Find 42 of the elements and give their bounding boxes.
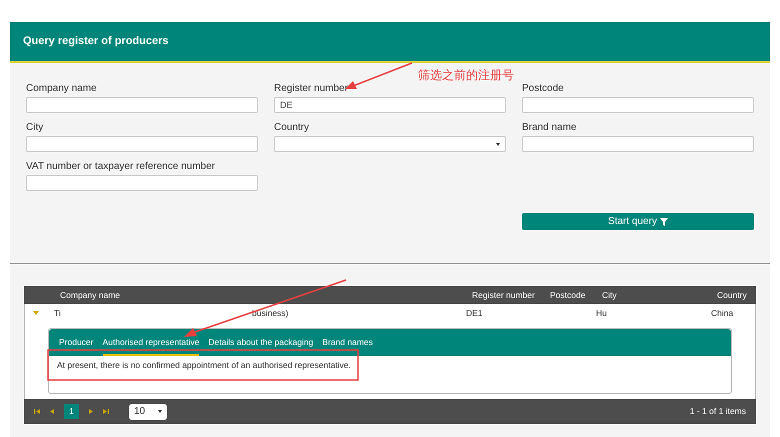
last-page-icon[interactable] [103, 409, 109, 414]
table-cell-fragment: Ti [54, 306, 62, 320]
next-page-icon[interactable] [89, 409, 93, 414]
field-label: Brand name [522, 122, 576, 134]
table-cell: Hu [596, 308, 607, 318]
page-button[interactable]: 1 [64, 404, 79, 419]
field-label: City [26, 122, 44, 134]
detail-tab[interactable]: Brand names [322, 336, 373, 356]
annotation-note: 筛选之前的注册号 [418, 67, 514, 84]
column-header: Postcode [550, 288, 586, 302]
field-label: Company name [26, 83, 97, 95]
page-size-select[interactable]: 10 [129, 404, 167, 420]
previous-page-icon[interactable] [50, 409, 54, 414]
field-label: Country [274, 122, 310, 134]
column-header: City [602, 288, 618, 302]
start-query-button[interactable]: Start query [522, 213, 754, 230]
table-cell: China [711, 308, 734, 318]
input-field[interactable]: DE [274, 97, 506, 113]
table-cell-fragment: business) [252, 306, 288, 320]
column-header: Country [717, 288, 747, 302]
column-header: Company name [60, 288, 122, 302]
expand-toggle[interactable] [33, 311, 39, 315]
input-field[interactable] [26, 175, 258, 191]
caret-icon [496, 142, 500, 146]
detail-message: At present, there is no confirmed appointment of an authorised representative. [57, 359, 351, 372]
input-field[interactable] [522, 97, 754, 113]
caret-icon [158, 410, 162, 413]
input-field[interactable] [522, 136, 754, 152]
input-field[interactable] [26, 136, 258, 152]
field-label: Postcode [522, 83, 564, 95]
page-title: Query register of producers [23, 34, 168, 50]
column-header: Register number [472, 288, 536, 302]
table-cell: DE1 [466, 308, 483, 318]
country-select[interactable] [274, 136, 506, 152]
filter-icon [660, 218, 668, 226]
detail-tab[interactable]: Producer [59, 336, 94, 356]
field-label: Register number [274, 83, 348, 95]
first-page-icon[interactable] [34, 409, 40, 414]
items-summary: 1 - 1 of 1 items [690, 405, 746, 418]
field-label: VAT number or taxpayer reference number [26, 161, 215, 173]
input-field[interactable] [26, 97, 258, 113]
detail-tab[interactable]: Details about the packaging [208, 336, 314, 356]
